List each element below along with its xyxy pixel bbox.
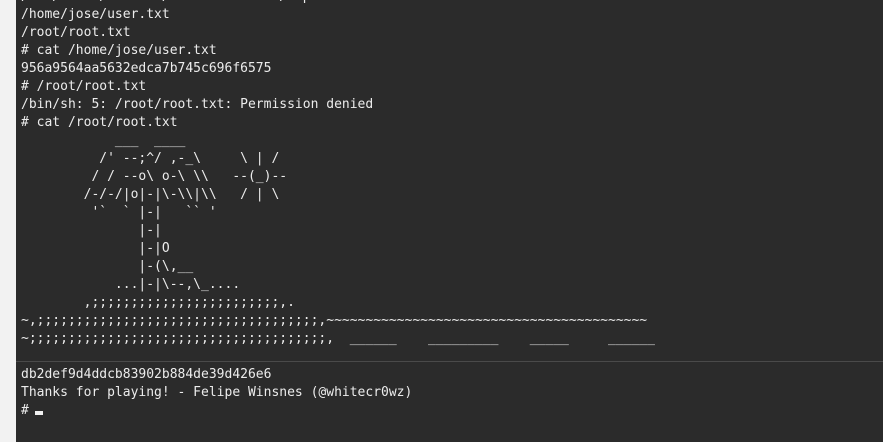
terminal-line: # cat /home/jose/user.txt [21, 42, 655, 60]
terminal-line: 956a9564aa5632edca7b745c696f6575 [21, 60, 655, 78]
terminal-line: /' --;^/ ,-_\ \ | / [21, 150, 655, 168]
terminal-line-text: ...|-|\--,\_.... [21, 277, 241, 292]
terminal-line: # cat /root/root.txt [21, 114, 655, 132]
terminal-line-text: /root/root.txt [21, 25, 131, 40]
terminal-line-text: ,;;;;;;;;;;;;;;;;;;;;;;;;,. [21, 295, 295, 310]
terminal-line-text: /home/jose/user.txt [21, 7, 170, 22]
terminal-line: / / --o\ o-\ \\ --(_)-- [21, 168, 655, 186]
terminal-line-text: |-| [21, 223, 162, 238]
terminal-output-area[interactable]: /var/cache/debconf/debconf-common/depot-… [16, 0, 883, 442]
terminal-line-text: Thanks for playing! - Felipe Winsnes (@w… [21, 385, 413, 400]
terminal-cursor [34, 411, 43, 415]
terminal-line: /-/-/|o|-|\-\\|\\ / | \ [21, 186, 655, 204]
terminal-line: /root/root.txt [21, 24, 655, 42]
terminal-line: # /root/root.txt [21, 78, 655, 96]
terminal-line: ___ ____ [21, 132, 655, 150]
terminal-line: ...|-|\--,\_.... [21, 276, 655, 294]
terminal-line-text: # [21, 403, 29, 418]
terminal-line-text: db2def9d4ddcb83902b884de39d426e6 [21, 367, 272, 382]
terminal-scrollback-lower: db2def9d4ddcb83902b884de39d426e6 Thanks f… [21, 366, 412, 420]
terminal-line-text: ~,;;;;;;;;;;;;;;;;;;;;;;;;;;;;;;;;;;;;,~… [21, 313, 648, 328]
terminal-line-text: # cat /root/root.txt [21, 115, 178, 130]
terminal-scrollback-upper: /var/cache/debconf/debconf-common/depot-… [21, 0, 655, 348]
terminal-line-text: ___ ____ [21, 133, 186, 148]
terminal-line-text: # /root/root.txt [21, 79, 147, 94]
terminal-line-text: 956a9564aa5632edca7b745c696f6575 [21, 61, 272, 76]
terminal-line: ,;;;;;;;;;;;;;;;;;;;;;;;;,. [21, 294, 655, 312]
terminal-line: '` ` |-| `` ' [21, 204, 655, 222]
terminal-line-text: '` ` |-| `` ' [21, 205, 217, 220]
terminal-line-text: /' --;^/ ,-_\ \ | / [21, 151, 280, 166]
terminal-line: ~;;;;;;;;;;;;;;;;;;;;;;;;;;;;;;;;;;;;;;,… [21, 330, 655, 348]
terminal-line: |-|O [21, 240, 655, 258]
terminal-line: /bin/sh: 5: /root/root.txt: Permission d… [21, 96, 655, 114]
terminal-line: ~,;;;;;;;;;;;;;;;;;;;;;;;;;;;;;;;;;;;;,~… [21, 312, 655, 330]
terminal-line-text: /-/-/|o|-|\-\\|\\ / | \ [21, 187, 280, 202]
terminal-line: |-| [21, 222, 655, 240]
terminal-line: Thanks for playing! - Felipe Winsnes (@w… [21, 384, 412, 402]
terminal-line-text: |-|O [21, 241, 170, 256]
window-left-edge [0, 0, 16, 442]
terminal-window: /var/cache/debconf/debconf-common/depot-… [0, 0, 883, 442]
terminal-line: # [21, 402, 412, 420]
terminal-line: db2def9d4ddcb83902b884de39d426e6 [21, 366, 412, 384]
terminal-line-text: |-(\,__ [21, 259, 194, 274]
output-divider [16, 361, 883, 362]
terminal-line-text: / / --o\ o-\ \\ --(_)-- [21, 169, 288, 184]
terminal-line-text: # cat /home/jose/user.txt [21, 43, 217, 58]
terminal-line: /home/jose/user.txt [21, 6, 655, 24]
terminal-line-text: /bin/sh: 5: /root/root.txt: Permission d… [21, 97, 374, 112]
terminal-line: |-(\,__ [21, 258, 655, 276]
terminal-line-text: /var/cache/debconf/debconf-common/depot-… [21, 0, 451, 4]
terminal-line-text: ~;;;;;;;;;;;;;;;;;;;;;;;;;;;;;;;;;;;;;;,… [21, 331, 655, 346]
